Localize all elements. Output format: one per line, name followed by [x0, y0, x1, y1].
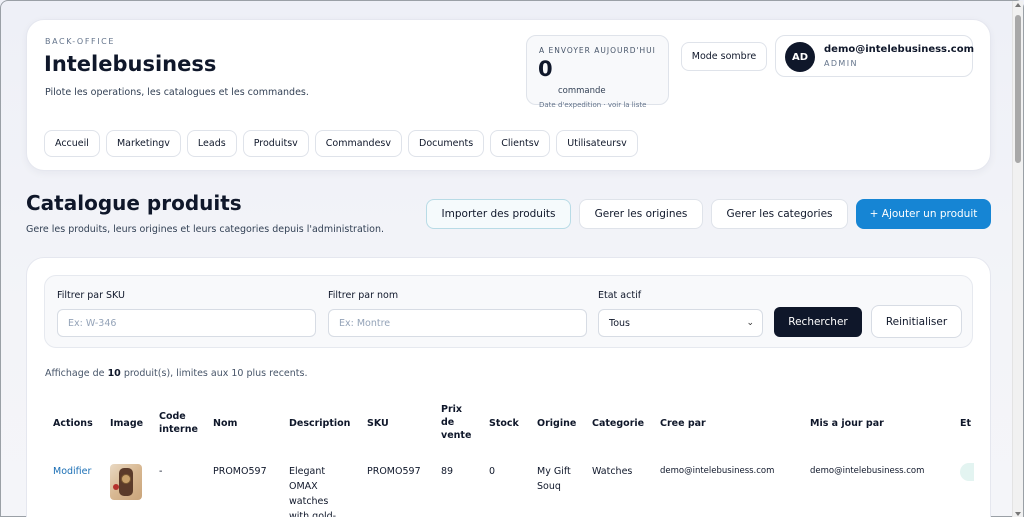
name-filter-input[interactable]: Ex: Montre [328, 309, 587, 337]
col-header-category: Categorie [592, 418, 645, 429]
shipping-count: 0 [538, 57, 553, 81]
search-button[interactable]: Rechercher [774, 307, 862, 337]
sku-filter-input[interactable]: Ex: W-346 [57, 309, 316, 337]
col-header-created-by: Cree par [660, 418, 706, 429]
nav-item-utilisateurs[interactable]: Utilisateursv [556, 130, 638, 157]
cell-description: Elegant OMAX watches with gold- [289, 464, 336, 517]
scrollbar-thumb[interactable] [1015, 15, 1021, 163]
state-filter-select[interactable]: Tous ⌄ [598, 309, 763, 337]
page-scrollbar[interactable] [1012, 1, 1023, 517]
app-title: Intelebusiness [44, 52, 217, 76]
cell-sku: PROMO597 [367, 466, 421, 477]
cell-stock: 0 [489, 466, 496, 477]
col-header-code: Code interne [159, 410, 198, 436]
col-header-updated-by: Mis a jour par [810, 418, 884, 429]
results-prefix: Affichage de [45, 368, 105, 379]
cell-origin-line1: My Gift [537, 466, 571, 477]
user-menu[interactable]: AD demo@intelebusiness.com ADMIN [775, 35, 975, 77]
col-header-sku: SKU [367, 418, 389, 429]
nav-item-clients[interactable]: Clientsv [490, 130, 551, 157]
nav-item-commandes[interactable]: Commandesv [314, 130, 403, 157]
cell-price: 89 [441, 466, 454, 477]
product-thumbnail [110, 464, 142, 500]
col-header-stock: Stock [489, 418, 519, 429]
cell-updated-by: demo@intelebusiness.com [810, 466, 925, 476]
cell-description-line2: OMAX [289, 481, 318, 492]
status-badge [960, 463, 974, 481]
header-card: BACK-OFFICE Intelebusiness Pilote les op… [26, 19, 991, 171]
cell-origin: My Gift Souq [537, 464, 571, 494]
col-header-price-line2: de [441, 417, 455, 428]
shipping-label: A ENVOYER AUJOURD'HUI [539, 46, 656, 55]
results-count: 10 [107, 368, 121, 379]
col-header-price: Prix de vente [441, 403, 471, 442]
cell-code: - [159, 466, 163, 477]
user-role: ADMIN [824, 59, 858, 68]
cell-description-line3: watches [289, 496, 329, 507]
edit-link[interactable]: Modifier [53, 464, 91, 479]
catalogue-card: Filtrer par SKU Ex: W-346 Filtrer par no… [26, 257, 991, 517]
page-subtitle: Gere les produits, leurs origines et leu… [26, 224, 385, 235]
filter-panel: Filtrer par SKU Ex: W-346 Filtrer par no… [44, 275, 973, 348]
nav-item-leads[interactable]: Leads [186, 130, 237, 157]
nav-item-produits[interactable]: Produitsv [242, 130, 309, 157]
results-summary: Affichage de 10 produit(s), limites aux … [45, 368, 307, 379]
main-nav: Accueil Marketingv Leads Produitsv Comma… [44, 130, 638, 157]
col-header-state: Et [960, 418, 972, 429]
scroll-down-icon[interactable] [1015, 512, 1021, 516]
sku-filter-label: Filtrer par SKU [57, 290, 125, 301]
import-products-button[interactable]: Importer des produits [426, 199, 571, 229]
col-header-code-line1: Code [159, 411, 186, 422]
app-subtitle: Pilote les operations, les catalogues et… [45, 87, 309, 98]
name-filter-label: Filtrer par nom [328, 290, 399, 301]
col-header-name: Nom [213, 418, 238, 429]
user-email: demo@intelebusiness.com [824, 44, 975, 55]
col-header-image: Image [110, 418, 144, 429]
manage-categories-button[interactable]: Gerer les categories [711, 199, 848, 229]
col-header-price-line1: Prix [441, 404, 463, 415]
eyebrow: BACK-OFFICE [45, 37, 116, 46]
cell-created-by: demo@intelebusiness.com [660, 466, 775, 476]
results-suffix: produit(s), limites aux 10 plus recents. [123, 368, 308, 379]
col-header-price-line3: vente [441, 430, 472, 441]
reset-button[interactable]: Reinitialiser [871, 305, 962, 338]
scroll-up-icon[interactable] [1015, 3, 1021, 7]
state-filter-label: Etat actif [598, 290, 642, 301]
cell-category: Watches [592, 466, 633, 477]
nav-item-accueil[interactable]: Accueil [44, 130, 100, 157]
chevron-down-icon: ⌄ [746, 318, 754, 328]
avatar: AD [785, 42, 815, 72]
page-title: Catalogue produits [26, 191, 242, 215]
cell-description-line1: Elegant [289, 466, 326, 477]
col-header-actions: Actions [53, 418, 93, 429]
cell-name: PROMO597 [213, 466, 267, 477]
manage-origins-button[interactable]: Gerer les origines [579, 199, 703, 229]
col-header-description: Description [289, 418, 351, 429]
shipping-unit: commande [558, 86, 606, 96]
dark-mode-button[interactable]: Mode sombre [681, 42, 767, 71]
col-header-origin: Origine [537, 418, 577, 429]
nav-item-documents[interactable]: Documents [408, 130, 485, 157]
shipping-link[interactable]: Date d'expedition · voir la liste [539, 101, 646, 109]
cell-description-line4: with gold- [289, 511, 337, 517]
add-product-button[interactable]: + Ajouter un produit [856, 199, 991, 229]
shipping-today-card[interactable]: A ENVOYER AUJOURD'HUI 0 commande Date d'… [526, 35, 669, 109]
col-header-code-line2: interne [159, 424, 198, 435]
nav-item-marketing[interactable]: Marketingv [105, 130, 181, 157]
cell-origin-line2: Souq [537, 481, 561, 492]
state-filter-value: Tous [609, 317, 630, 329]
